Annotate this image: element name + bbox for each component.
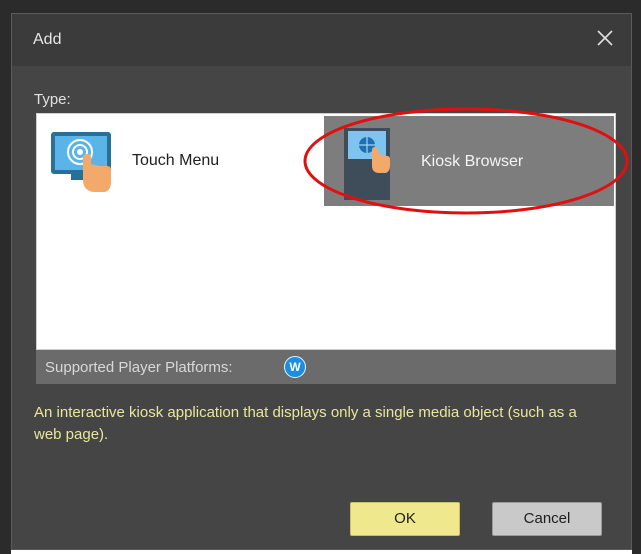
background-panel-right xyxy=(632,0,641,554)
ok-button[interactable]: OK xyxy=(350,502,460,536)
background-panel-top xyxy=(0,0,641,13)
supported-platforms-bar: Supported Player Platforms: W xyxy=(36,350,616,384)
close-icon xyxy=(597,30,613,46)
background-panel-left xyxy=(0,0,11,554)
cancel-button[interactable]: Cancel xyxy=(492,502,602,536)
type-item-touch-menu[interactable]: Touch Menu xyxy=(39,116,309,206)
title-bar: Add xyxy=(12,14,631,66)
touch-menu-icon xyxy=(51,132,111,192)
type-description: An interactive kiosk application that di… xyxy=(34,404,577,443)
dialog-title: Add xyxy=(33,31,62,48)
type-label: Type: xyxy=(34,91,71,108)
close-button[interactable] xyxy=(593,26,617,50)
kiosk-browser-label: Kiosk Browser xyxy=(421,153,524,170)
type-item-kiosk-browser[interactable]: Kiosk Browser xyxy=(324,116,614,206)
type-list: Touch Menu Kiosk Browser xyxy=(36,113,616,350)
touch-menu-label: Touch Menu xyxy=(132,152,220,169)
windows-platform-icon: W xyxy=(284,356,306,378)
add-dialog: Add Type: Touch Menu Kiosk Browser Suppo… xyxy=(11,13,632,550)
supported-platforms-label: Supported Player Platforms: xyxy=(45,359,233,376)
kiosk-browser-icon xyxy=(344,128,390,200)
